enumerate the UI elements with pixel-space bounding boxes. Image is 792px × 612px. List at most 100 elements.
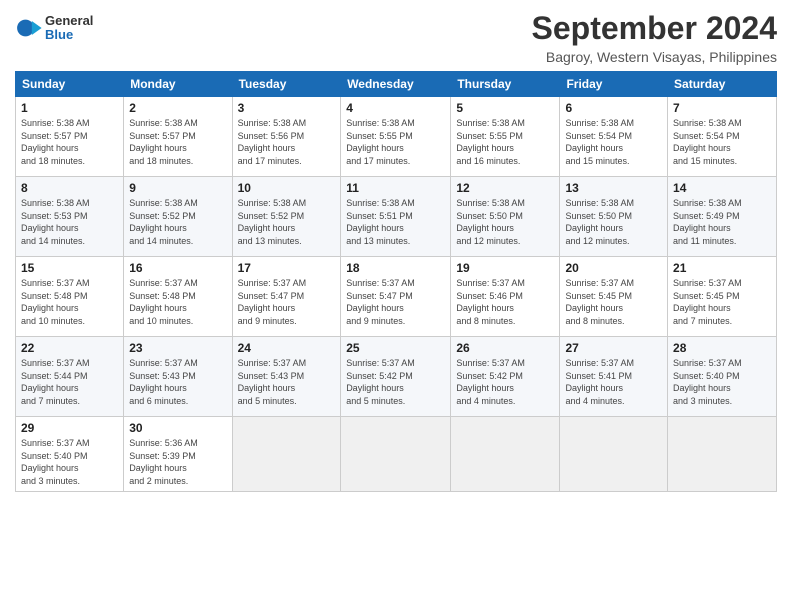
calendar-cell: 24 Sunrise: 5:37 AM Sunset: 5:43 PM Dayl…: [232, 337, 341, 417]
calendar-cell: 27 Sunrise: 5:37 AM Sunset: 5:41 PM Dayl…: [560, 337, 668, 417]
header-thursday: Thursday: [451, 72, 560, 97]
day-info: Sunrise: 5:37 AM Sunset: 5:42 PM Dayligh…: [456, 357, 554, 407]
day-info: Sunrise: 5:37 AM Sunset: 5:41 PM Dayligh…: [565, 357, 662, 407]
calendar-cell: 2 Sunrise: 5:38 AM Sunset: 5:57 PM Dayli…: [124, 97, 232, 177]
day-info: Sunrise: 5:37 AM Sunset: 5:42 PM Dayligh…: [346, 357, 445, 407]
calendar-cell: 29 Sunrise: 5:37 AM Sunset: 5:40 PM Dayl…: [16, 417, 124, 492]
page-header: General Blue September 2024 Bagroy, West…: [15, 10, 777, 65]
calendar-cell: 11 Sunrise: 5:38 AM Sunset: 5:51 PM Dayl…: [341, 177, 451, 257]
calendar-cell: 13 Sunrise: 5:38 AM Sunset: 5:50 PM Dayl…: [560, 177, 668, 257]
calendar-cell: 9 Sunrise: 5:38 AM Sunset: 5:52 PM Dayli…: [124, 177, 232, 257]
calendar-cell: 20 Sunrise: 5:37 AM Sunset: 5:45 PM Dayl…: [560, 257, 668, 337]
day-info: Sunrise: 5:37 AM Sunset: 5:45 PM Dayligh…: [673, 277, 771, 327]
day-number: 26: [456, 341, 554, 355]
calendar-cell: 1 Sunrise: 5:38 AM Sunset: 5:57 PM Dayli…: [16, 97, 124, 177]
calendar-cell: 22 Sunrise: 5:37 AM Sunset: 5:44 PM Dayl…: [16, 337, 124, 417]
header-wednesday: Wednesday: [341, 72, 451, 97]
day-number: 23: [129, 341, 226, 355]
day-number: 10: [238, 181, 336, 195]
calendar-cell: 16 Sunrise: 5:37 AM Sunset: 5:48 PM Dayl…: [124, 257, 232, 337]
day-info: Sunrise: 5:38 AM Sunset: 5:49 PM Dayligh…: [673, 197, 771, 247]
weekday-header-row: Sunday Monday Tuesday Wednesday Thursday…: [16, 72, 777, 97]
day-number: 30: [129, 421, 226, 435]
day-number: 8: [21, 181, 118, 195]
day-number: 12: [456, 181, 554, 195]
header-friday: Friday: [560, 72, 668, 97]
day-info: Sunrise: 5:38 AM Sunset: 5:50 PM Dayligh…: [565, 197, 662, 247]
day-number: 21: [673, 261, 771, 275]
day-info: Sunrise: 5:37 AM Sunset: 5:46 PM Dayligh…: [456, 277, 554, 327]
day-info: Sunrise: 5:37 AM Sunset: 5:47 PM Dayligh…: [346, 277, 445, 327]
calendar-cell: 17 Sunrise: 5:37 AM Sunset: 5:47 PM Dayl…: [232, 257, 341, 337]
day-info: Sunrise: 5:37 AM Sunset: 5:40 PM Dayligh…: [673, 357, 771, 407]
day-number: 17: [238, 261, 336, 275]
day-number: 3: [238, 101, 336, 115]
calendar-table: Sunday Monday Tuesday Wednesday Thursday…: [15, 71, 777, 492]
day-number: 28: [673, 341, 771, 355]
day-number: 9: [129, 181, 226, 195]
day-number: 29: [21, 421, 118, 435]
month-title: September 2024: [532, 10, 777, 47]
day-number: 5: [456, 101, 554, 115]
day-number: 27: [565, 341, 662, 355]
day-number: 11: [346, 181, 445, 195]
day-number: 1: [21, 101, 118, 115]
day-info: Sunrise: 5:37 AM Sunset: 5:40 PM Dayligh…: [21, 437, 118, 487]
calendar-cell: 3 Sunrise: 5:38 AM Sunset: 5:56 PM Dayli…: [232, 97, 341, 177]
day-info: Sunrise: 5:38 AM Sunset: 5:54 PM Dayligh…: [565, 117, 662, 167]
day-info: Sunrise: 5:37 AM Sunset: 5:48 PM Dayligh…: [129, 277, 226, 327]
calendar-cell: 25 Sunrise: 5:37 AM Sunset: 5:42 PM Dayl…: [341, 337, 451, 417]
location-title: Bagroy, Western Visayas, Philippines: [532, 49, 777, 65]
logo: General Blue: [15, 14, 93, 43]
calendar-cell: 14 Sunrise: 5:38 AM Sunset: 5:49 PM Dayl…: [668, 177, 777, 257]
calendar-cell: 28 Sunrise: 5:37 AM Sunset: 5:40 PM Dayl…: [668, 337, 777, 417]
calendar-cell: [451, 417, 560, 492]
calendar-cell: 30 Sunrise: 5:36 AM Sunset: 5:39 PM Dayl…: [124, 417, 232, 492]
day-number: 22: [21, 341, 118, 355]
day-info: Sunrise: 5:37 AM Sunset: 5:45 PM Dayligh…: [565, 277, 662, 327]
calendar-cell: 4 Sunrise: 5:38 AM Sunset: 5:55 PM Dayli…: [341, 97, 451, 177]
day-info: Sunrise: 5:37 AM Sunset: 5:47 PM Dayligh…: [238, 277, 336, 327]
day-info: Sunrise: 5:37 AM Sunset: 5:43 PM Dayligh…: [129, 357, 226, 407]
day-info: Sunrise: 5:38 AM Sunset: 5:55 PM Dayligh…: [346, 117, 445, 167]
calendar-cell: [668, 417, 777, 492]
calendar-cell: 6 Sunrise: 5:38 AM Sunset: 5:54 PM Dayli…: [560, 97, 668, 177]
day-info: Sunrise: 5:38 AM Sunset: 5:54 PM Dayligh…: [673, 117, 771, 167]
day-number: 4: [346, 101, 445, 115]
day-number: 6: [565, 101, 662, 115]
header-monday: Monday: [124, 72, 232, 97]
header-saturday: Saturday: [668, 72, 777, 97]
day-number: 7: [673, 101, 771, 115]
day-info: Sunrise: 5:37 AM Sunset: 5:48 PM Dayligh…: [21, 277, 118, 327]
day-number: 18: [346, 261, 445, 275]
day-info: Sunrise: 5:38 AM Sunset: 5:53 PM Dayligh…: [21, 197, 118, 247]
day-number: 15: [21, 261, 118, 275]
calendar-cell: [232, 417, 341, 492]
calendar-cell: 8 Sunrise: 5:38 AM Sunset: 5:53 PM Dayli…: [16, 177, 124, 257]
day-info: Sunrise: 5:38 AM Sunset: 5:57 PM Dayligh…: [129, 117, 226, 167]
day-info: Sunrise: 5:38 AM Sunset: 5:52 PM Dayligh…: [129, 197, 226, 247]
day-number: 14: [673, 181, 771, 195]
calendar-cell: 7 Sunrise: 5:38 AM Sunset: 5:54 PM Dayli…: [668, 97, 777, 177]
day-number: 13: [565, 181, 662, 195]
calendar-cell: 21 Sunrise: 5:37 AM Sunset: 5:45 PM Dayl…: [668, 257, 777, 337]
calendar-cell: 10 Sunrise: 5:38 AM Sunset: 5:52 PM Dayl…: [232, 177, 341, 257]
calendar-cell: 5 Sunrise: 5:38 AM Sunset: 5:55 PM Dayli…: [451, 97, 560, 177]
day-info: Sunrise: 5:38 AM Sunset: 5:52 PM Dayligh…: [238, 197, 336, 247]
calendar-cell: 19 Sunrise: 5:37 AM Sunset: 5:46 PM Dayl…: [451, 257, 560, 337]
day-info: Sunrise: 5:38 AM Sunset: 5:51 PM Dayligh…: [346, 197, 445, 247]
calendar-cell: 12 Sunrise: 5:38 AM Sunset: 5:50 PM Dayl…: [451, 177, 560, 257]
day-info: Sunrise: 5:36 AM Sunset: 5:39 PM Dayligh…: [129, 437, 226, 487]
day-number: 2: [129, 101, 226, 115]
day-info: Sunrise: 5:38 AM Sunset: 5:55 PM Dayligh…: [456, 117, 554, 167]
day-number: 16: [129, 261, 226, 275]
day-number: 19: [456, 261, 554, 275]
day-info: Sunrise: 5:37 AM Sunset: 5:44 PM Dayligh…: [21, 357, 118, 407]
day-info: Sunrise: 5:38 AM Sunset: 5:57 PM Dayligh…: [21, 117, 118, 167]
day-number: 24: [238, 341, 336, 355]
logo-blue: Blue: [45, 28, 93, 42]
calendar-cell: 26 Sunrise: 5:37 AM Sunset: 5:42 PM Dayl…: [451, 337, 560, 417]
logo-text: General: [45, 14, 93, 28]
day-info: Sunrise: 5:38 AM Sunset: 5:56 PM Dayligh…: [238, 117, 336, 167]
calendar-cell: [560, 417, 668, 492]
